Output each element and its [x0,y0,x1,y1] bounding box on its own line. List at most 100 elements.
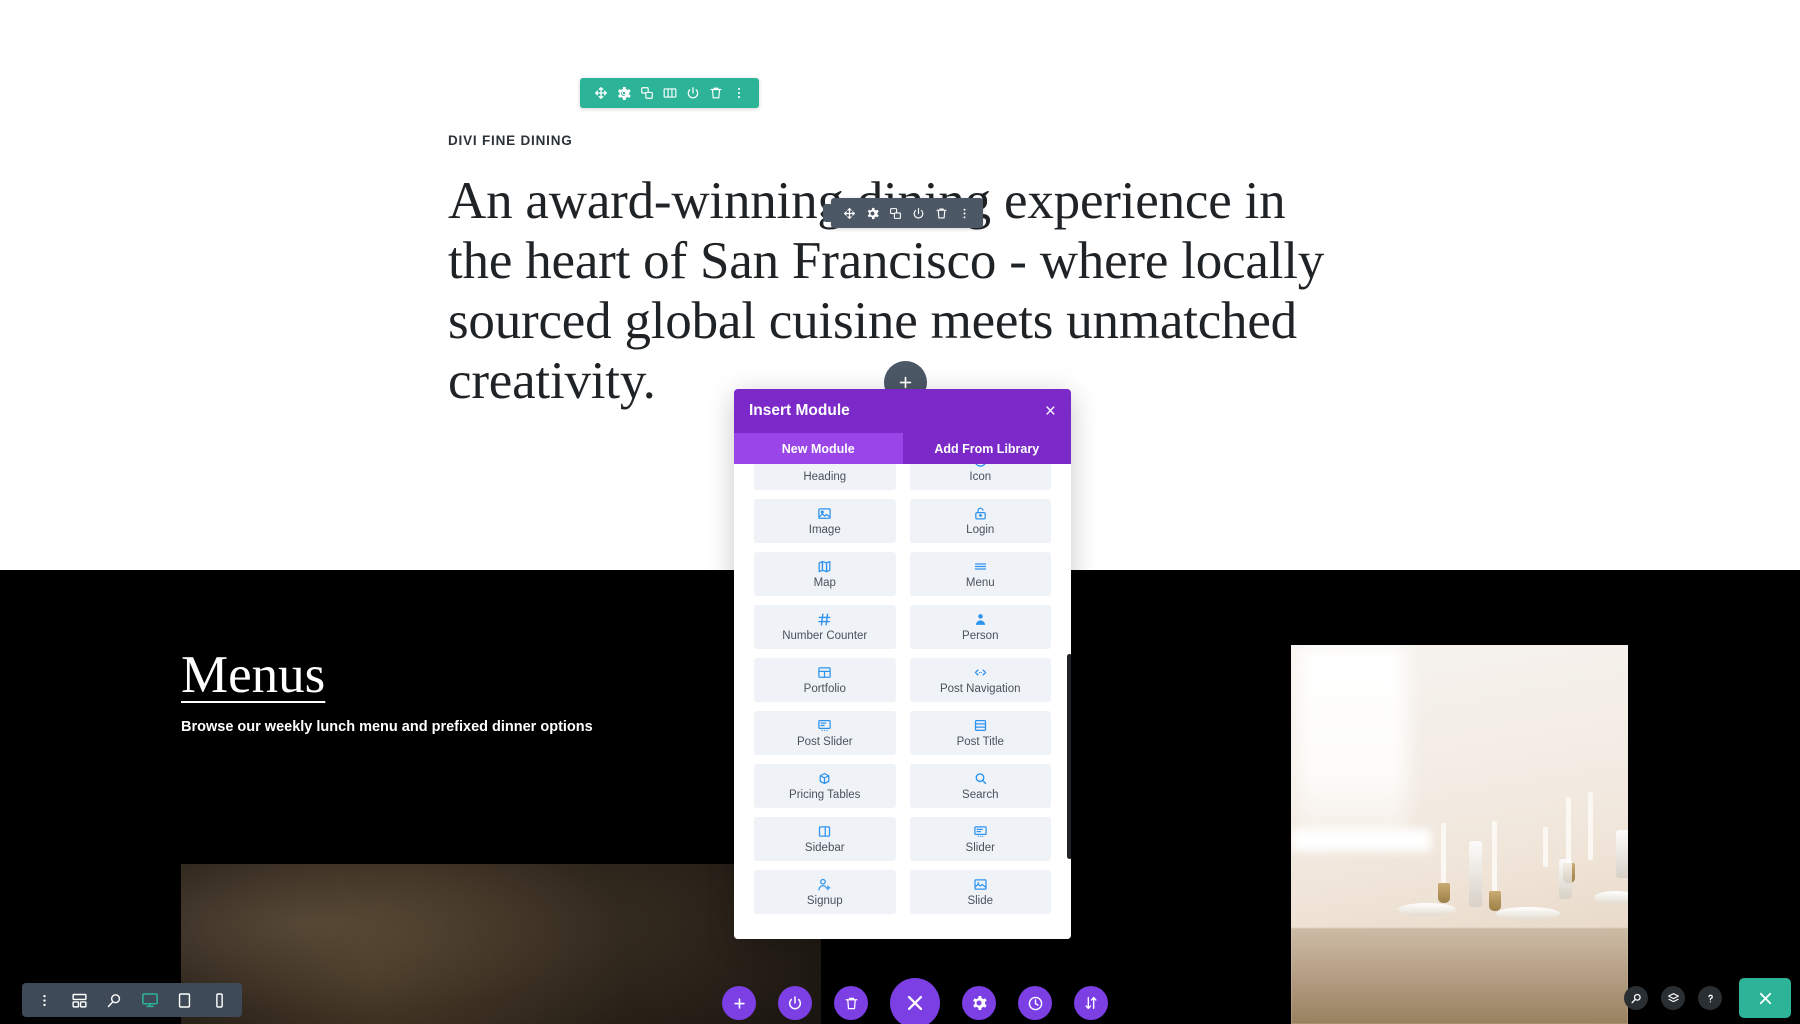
insert-module-modal: Insert Module × New Module Add From Libr… [734,389,1071,939]
module-toolbar[interactable] [823,198,983,228]
person-icon [973,612,988,627]
add-icon[interactable] [722,986,756,1020]
module-card-label: Slide [967,895,994,907]
trash-icon[interactable] [834,986,868,1020]
modal-scrollbar[interactable] [1067,654,1071,859]
desktop-icon[interactable] [133,983,166,1017]
module-card-label: Portfolio [803,683,846,695]
module-card-login[interactable]: Login [909,499,1051,543]
module-card-slide[interactable]: Slide [909,870,1051,914]
sidebar-icon [817,824,832,839]
close-icon[interactable] [890,978,940,1024]
section-toolbar[interactable] [580,78,759,108]
module-card-map[interactable]: Map [754,552,896,596]
move-handle-icon[interactable] [589,78,612,108]
dining-table-photo [1291,645,1628,1024]
menu-lines-icon [973,559,988,574]
module-card-label: Pricing Tables [789,789,861,801]
more-vertical-icon[interactable] [953,198,976,228]
person-add-icon [817,877,832,892]
builder-utility-bar [1624,978,1791,1018]
module-list-scroll-area[interactable]: Heading Icon Image Login Map Menu Number Count… [734,464,1071,939]
duplicate-icon[interactable] [884,198,907,228]
duplicate-icon[interactable] [635,78,658,108]
module-card-heading[interactable]: Heading [754,464,896,490]
module-card-label: Slider [965,842,995,854]
module-card-slider[interactable]: Slider [909,817,1051,861]
slider-icon [973,824,988,839]
lock-icon [973,506,988,521]
module-card-portfolio[interactable]: Portfolio [754,658,896,702]
slide-icon [973,877,988,892]
module-card-label: Search [962,789,999,801]
search-icon[interactable] [1624,986,1648,1010]
move-handle-icon[interactable] [838,198,861,228]
wireframe-icon[interactable] [63,983,96,1017]
close-icon[interactable]: × [1045,402,1056,421]
module-card-label: Heading [803,471,847,483]
module-card-label: Post Slider [796,736,853,748]
module-card-pricing-tables[interactable]: Pricing Tables [754,764,896,808]
module-card-post-slider[interactable]: Post Slider [754,711,896,755]
heading-icon [817,464,832,468]
pricing-box-icon [817,771,832,786]
search-icon [973,771,988,786]
trash-icon[interactable] [704,78,727,108]
module-card-search[interactable]: Search [909,764,1051,808]
gear-icon[interactable] [612,78,635,108]
module-card-post-title[interactable]: Post Title [909,711,1051,755]
module-card-menu[interactable]: Menu [909,552,1051,596]
history-icon[interactable] [1018,986,1052,1020]
trash-icon[interactable] [930,198,953,228]
view-mode-bar [22,983,242,1017]
power-icon[interactable] [681,78,704,108]
code-arrows-icon [973,665,988,680]
menus-title: Menus [181,646,326,704]
grid-icon [817,665,832,680]
module-card-label: Post Title [956,736,1004,748]
power-icon[interactable] [778,986,812,1020]
map-icon [817,559,832,574]
module-card-label: Image [808,524,841,536]
module-card-image[interactable]: Image [754,499,896,543]
modal-title: Insert Module [749,402,850,419]
post-title-icon [973,718,988,733]
module-card-icon[interactable]: Icon [909,464,1051,490]
module-card-label: Login [966,524,995,536]
icon-circle-icon [973,464,988,468]
tablet-icon[interactable] [168,983,201,1017]
modal-tabs: New Module Add From Library [734,433,1071,464]
divi-visual-builder-screen: DIVI FINE DINING An award-winning dining… [0,0,1800,1024]
hash-icon [817,612,832,627]
tab-new-module[interactable]: New Module [734,433,903,464]
columns-icon[interactable] [658,78,681,108]
module-card-signup[interactable]: Signup [754,870,896,914]
more-vertical-icon[interactable] [727,78,750,108]
image-icon [817,506,832,521]
gear-icon[interactable] [861,198,884,228]
sort-icon[interactable] [1074,986,1108,1020]
post-slider-icon [817,718,832,733]
tab-add-from-library[interactable]: Add From Library [902,433,1071,464]
module-card-label: Signup [806,895,843,907]
module-grid: Heading Icon Image Login Map Menu Number Count… [754,464,1051,914]
module-card-label: Menu [965,577,995,589]
module-card-number-counter[interactable]: Number Counter [754,605,896,649]
module-card-person[interactable]: Person [909,605,1051,649]
module-card-label: Number Counter [782,630,868,642]
module-card-label: Map [813,577,836,589]
module-card-label: Post Navigation [939,683,1021,695]
hero-eyebrow: DIVI FINE DINING [448,133,573,148]
module-card-sidebar[interactable]: Sidebar [754,817,896,861]
layers-icon[interactable] [1661,986,1685,1010]
module-card-post-navigation[interactable]: Post Navigation [909,658,1051,702]
power-icon[interactable] [907,198,930,228]
more-vertical-icon[interactable] [28,983,61,1017]
module-card-label: Person [962,630,999,642]
help-icon[interactable] [1698,986,1722,1010]
exit-builder-button[interactable] [1739,978,1791,1018]
gear-icon[interactable] [962,986,996,1020]
zoom-icon[interactable] [98,983,131,1017]
module-card-label: Sidebar [804,842,845,854]
phone-icon[interactable] [203,983,236,1017]
